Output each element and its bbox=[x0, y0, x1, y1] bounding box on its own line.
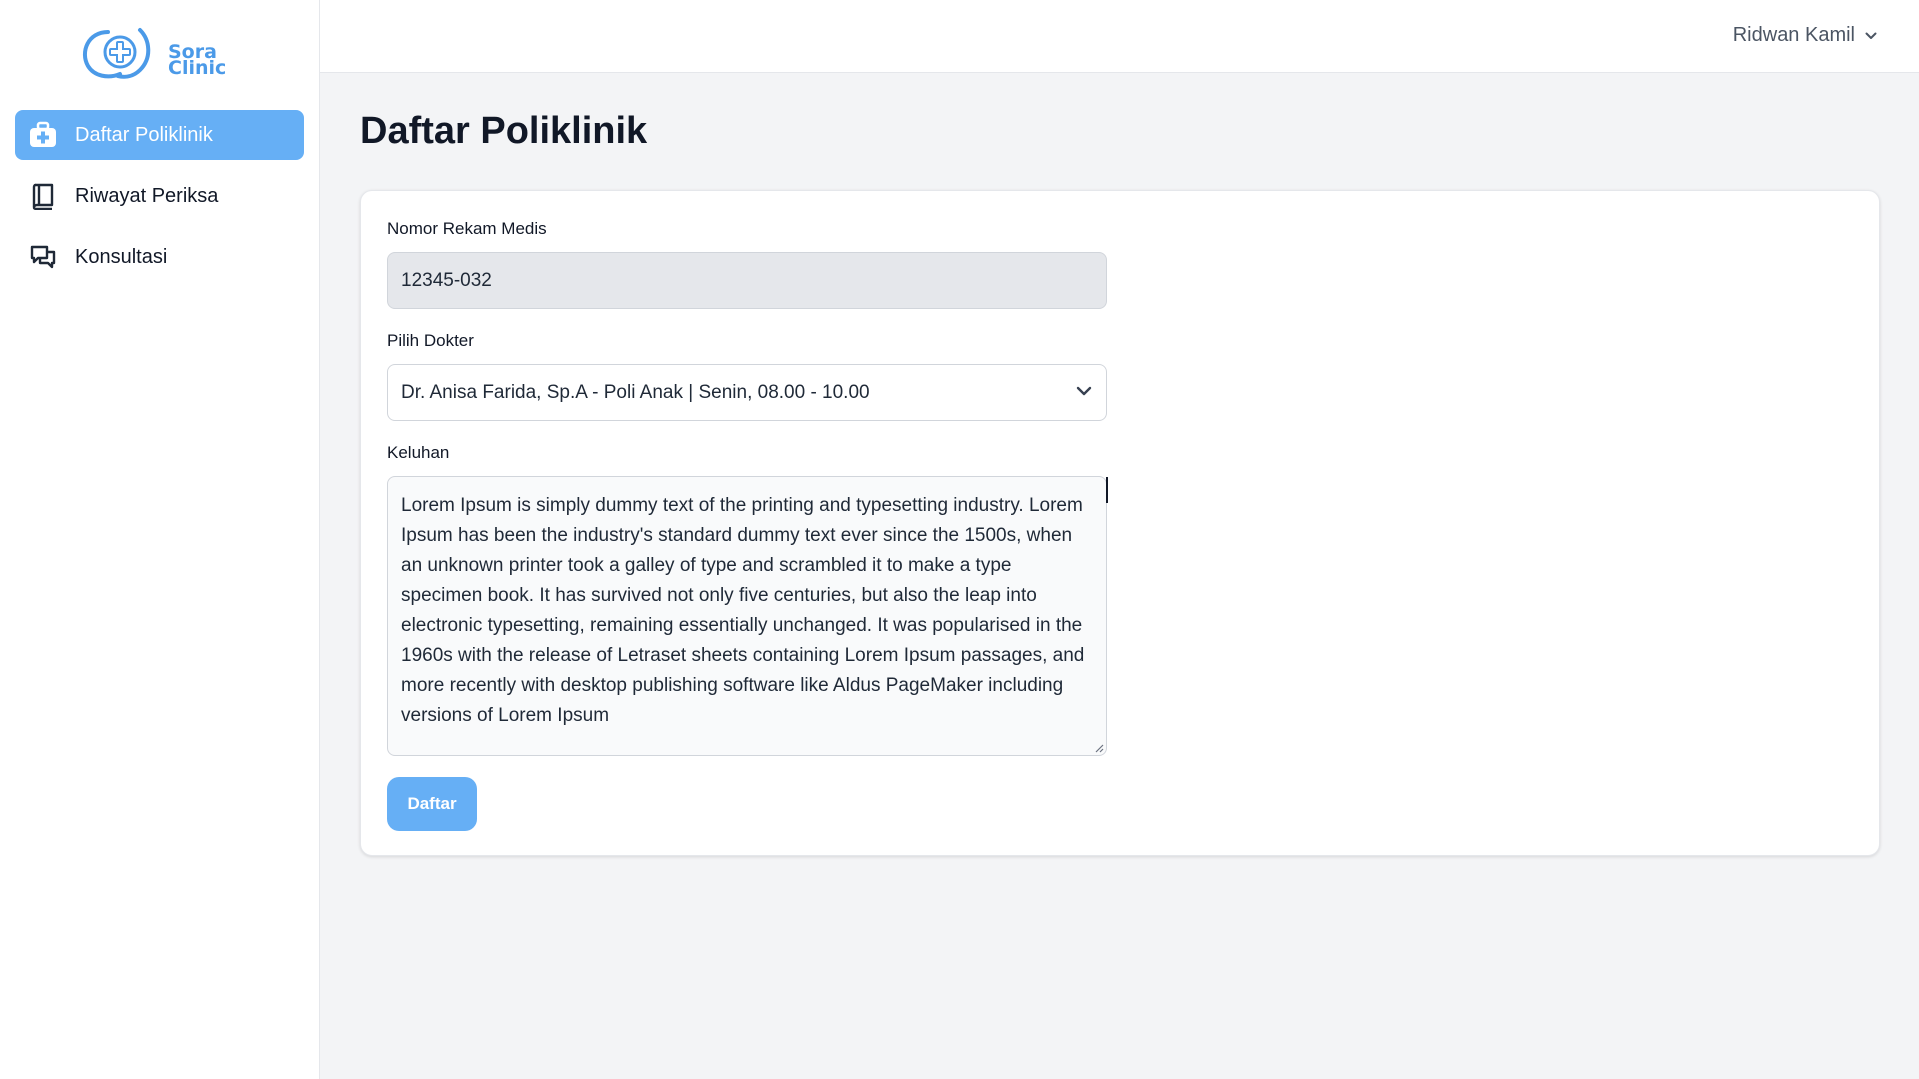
sidebar-item-label: Riwayat Periksa bbox=[75, 184, 219, 207]
medical-record-field[interactable]: 12345-032 bbox=[387, 252, 1107, 309]
complaint-label: Keluhan bbox=[387, 443, 450, 462]
sidebar-item-daftar-poliklinik[interactable]: Daftar Poliklinik bbox=[15, 110, 304, 160]
sidebar-item-riwayat-periksa[interactable]: Riwayat Periksa bbox=[15, 171, 304, 221]
chevron-down-icon bbox=[1865, 32, 1877, 39]
sidebar-item-konsultasi[interactable]: Konsultasi bbox=[15, 232, 304, 282]
sidebar-item-label: Daftar Poliklinik bbox=[75, 123, 213, 146]
doctor-select[interactable]: Dr. Anisa Farida, Sp.A - Poli Anak | Sen… bbox=[387, 364, 1107, 421]
doctor-label: Pilih Dokter bbox=[387, 331, 474, 350]
registration-form-card: Nomor Rekam Medis 12345-032 Pilih Dokter… bbox=[360, 190, 1880, 856]
medical-cross-logo-icon bbox=[82, 28, 151, 79]
medical-kit-icon bbox=[27, 119, 59, 151]
submit-button[interactable]: Daftar bbox=[387, 777, 477, 831]
page-title: Daftar Poliklinik bbox=[360, 110, 648, 152]
brand-logo[interactable]: Sora Clinic bbox=[78, 24, 228, 82]
chat-bubbles-icon bbox=[27, 241, 59, 273]
complaint-text: Lorem Ipsum is simply dummy text of the … bbox=[401, 495, 1085, 726]
top-bar: Ridwan Kamil bbox=[320, 0, 1919, 73]
brand-name-line2: Clinic bbox=[168, 57, 227, 79]
text-cursor bbox=[1106, 477, 1108, 503]
doctor-selected-value: Dr. Anisa Farida, Sp.A - Poli Anak | Sen… bbox=[401, 382, 870, 403]
brand-name: Sora Clinic bbox=[168, 43, 227, 79]
complaint-textarea[interactable]: Lorem Ipsum is simply dummy text of the … bbox=[387, 476, 1108, 756]
sidebar-nav: Daftar Poliklinik Riwayat Periksa Konsul… bbox=[15, 110, 304, 293]
chevron-down-icon bbox=[1076, 386, 1092, 396]
medical-record-value: 12345-032 bbox=[401, 270, 492, 291]
book-icon bbox=[27, 180, 59, 212]
medical-record-label: Nomor Rekam Medis bbox=[387, 219, 547, 238]
user-name: Ridwan Kamil bbox=[1732, 24, 1855, 46]
resize-handle-icon[interactable] bbox=[1094, 743, 1104, 753]
user-menu[interactable]: Ridwan Kamil bbox=[1733, 24, 1877, 47]
sidebar: Sora Clinic Daftar Poliklinik Riwayat Pe… bbox=[0, 0, 320, 1079]
sidebar-item-label: Konsultasi bbox=[75, 245, 168, 268]
